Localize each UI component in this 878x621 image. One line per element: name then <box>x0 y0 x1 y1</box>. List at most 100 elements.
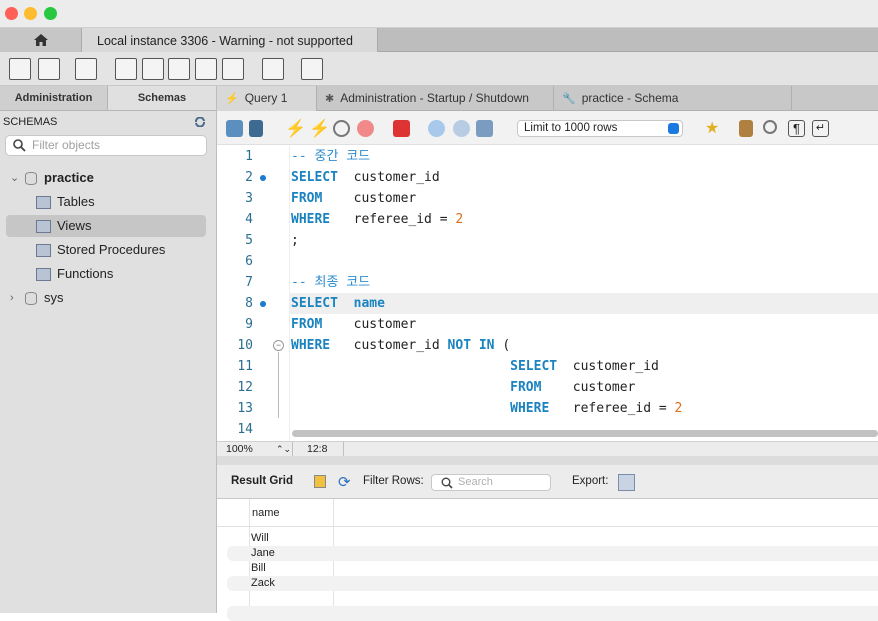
explain-icon[interactable] <box>333 120 350 137</box>
open-sql-script-icon[interactable] <box>38 58 60 80</box>
create-schema-icon[interactable] <box>115 58 137 80</box>
database-icon <box>25 292 37 305</box>
table-row[interactable]: Will <box>227 531 878 546</box>
schema-sys[interactable]: › sys <box>0 287 217 309</box>
code-line: WHERE referee_id = 2 <box>291 209 463 230</box>
code-token: FROM <box>291 191 323 206</box>
cursor-position: 12:8 <box>307 443 328 455</box>
folder-icon <box>36 220 51 233</box>
tree-item-functions[interactable]: Functions <box>0 263 217 285</box>
lightning-icon: ⚡ <box>225 93 239 105</box>
close-button[interactable] <box>5 7 18 20</box>
code-line: WHERE customer_id NOT IN ( <box>291 335 510 356</box>
horizontal-scrollbar[interactable] <box>292 430 878 437</box>
line-number: 7 <box>245 275 253 290</box>
chevron-down-icon[interactable]: ⌄ <box>10 167 19 189</box>
statement-marker-icon <box>260 175 266 181</box>
refresh-icon[interactable]: ⟳ <box>338 473 351 491</box>
autocommit-icon[interactable] <box>476 120 493 137</box>
schema-practice[interactable]: ⌄ practice <box>0 167 217 189</box>
minimize-button[interactable] <box>24 7 37 20</box>
folder-icon <box>36 244 51 257</box>
new-sql-tab-icon[interactable] <box>9 58 31 80</box>
fold-toggle-icon[interactable]: − <box>273 340 284 351</box>
export-label: Export: <box>572 475 609 487</box>
limit-rows-select[interactable]: Limit to 1000 rows <box>517 120 683 137</box>
code-token: -- 중간 코드 <box>291 149 371 164</box>
open-file-icon[interactable] <box>226 120 243 137</box>
tab-schemas[interactable]: Schemas <box>108 86 216 111</box>
toggle-error-stop-icon[interactable] <box>393 120 410 137</box>
create-procedure-icon[interactable] <box>195 58 217 80</box>
tree-item-label: Stored Procedures <box>57 242 166 257</box>
sql-editor[interactable]: 1 -- 중간 코드 2 SELECT customer_id 3 FROM custom… <box>217 145 878 441</box>
code-token: SELECT <box>291 170 338 185</box>
statement-marker-icon <box>260 301 266 307</box>
code-token: WHERE <box>510 401 550 416</box>
code-line: SELECT customer_id <box>291 167 440 188</box>
tab-administration-startup-shutdown[interactable]: ✱ Administration - Startup / Shutdown <box>317 86 554 111</box>
connection-tab[interactable]: Local instance 3306 - Warning - not supp… <box>82 28 378 52</box>
column-header-name[interactable]: name <box>252 507 280 519</box>
execute-icon[interactable]: ⚡ <box>285 120 306 137</box>
execute-current-icon[interactable]: ⚡ <box>309 120 330 137</box>
tree-item-label: Functions <box>57 266 114 281</box>
invisible-chars-icon[interactable]: ¶ <box>788 120 805 137</box>
save-icon[interactable] <box>249 120 263 137</box>
grid-view-icon[interactable] <box>314 475 326 488</box>
code-token: NOT IN <box>447 338 495 353</box>
code-token: customer_id <box>557 359 659 374</box>
find-icon[interactable] <box>763 120 777 134</box>
tab-label: practice - Schema <box>581 91 679 105</box>
code-line: FROM customer <box>291 188 416 209</box>
folder-icon <box>36 196 51 209</box>
line-number: 5 <box>245 233 253 248</box>
inspector-icon[interactable] <box>75 58 97 80</box>
code-token: FROM <box>291 317 323 332</box>
beautify-icon[interactable] <box>739 120 753 137</box>
tab-query-1[interactable]: ⚡ Query 1 <box>217 86 317 111</box>
cell-name[interactable]: Jane <box>251 546 275 561</box>
filter-objects-input[interactable]: Filter objects <box>5 135 207 156</box>
export-icon[interactable] <box>618 474 635 491</box>
refresh-icon[interactable] <box>194 117 206 127</box>
cell-name[interactable]: Will <box>251 531 269 546</box>
connection-tabs: Local instance 3306 - Warning - not supp… <box>0 28 878 52</box>
reconnect-icon[interactable] <box>301 58 323 80</box>
table-row[interactable]: Jane <box>227 546 878 561</box>
line-number: 8 <box>245 296 253 311</box>
line-number: 13 <box>237 401 253 416</box>
tab-practice-schema[interactable]: 🔧 practice - Schema <box>554 86 792 111</box>
chevron-updown-icon <box>668 123 679 134</box>
tree-item-tables[interactable]: Tables <box>0 191 217 213</box>
search-icon <box>441 477 453 489</box>
cell-name[interactable]: Zack <box>251 576 275 591</box>
table-row[interactable]: Bill <box>227 561 878 576</box>
word-wrap-icon[interactable]: ↵ <box>812 120 829 137</box>
splitter[interactable] <box>217 456 878 465</box>
add-snippet-icon[interactable]: ★ <box>705 120 722 137</box>
cell-name[interactable]: Bill <box>251 561 266 576</box>
tree-item-views[interactable]: Views <box>6 215 206 237</box>
zoom-button[interactable] <box>44 7 57 20</box>
line-number: 4 <box>245 212 253 227</box>
rollback-icon[interactable] <box>453 120 470 137</box>
schemas-header: SCHEMAS <box>3 116 58 128</box>
search-table-data-icon[interactable] <box>262 58 284 80</box>
table-row[interactable]: Zack <box>227 576 878 591</box>
create-view-icon[interactable] <box>168 58 190 80</box>
tree-item-stored-procedures[interactable]: Stored Procedures <box>0 239 217 261</box>
create-function-icon[interactable] <box>222 58 244 80</box>
zoom-level[interactable]: 100% <box>226 442 253 456</box>
stop-icon[interactable] <box>357 120 374 137</box>
home-tab[interactable] <box>0 28 82 52</box>
folder-icon <box>36 268 51 281</box>
commit-icon[interactable] <box>428 120 445 137</box>
zoom-stepper-icon[interactable]: ⌃⌄ <box>276 442 291 456</box>
chevron-right-icon[interactable]: › <box>10 287 14 309</box>
tab-administration[interactable]: Administration <box>0 86 108 111</box>
create-table-icon[interactable] <box>142 58 164 80</box>
editor-tabs: ⚡ Query 1 ✱ Administration - Startup / Shut… <box>217 86 878 111</box>
code-token: name <box>353 296 385 311</box>
